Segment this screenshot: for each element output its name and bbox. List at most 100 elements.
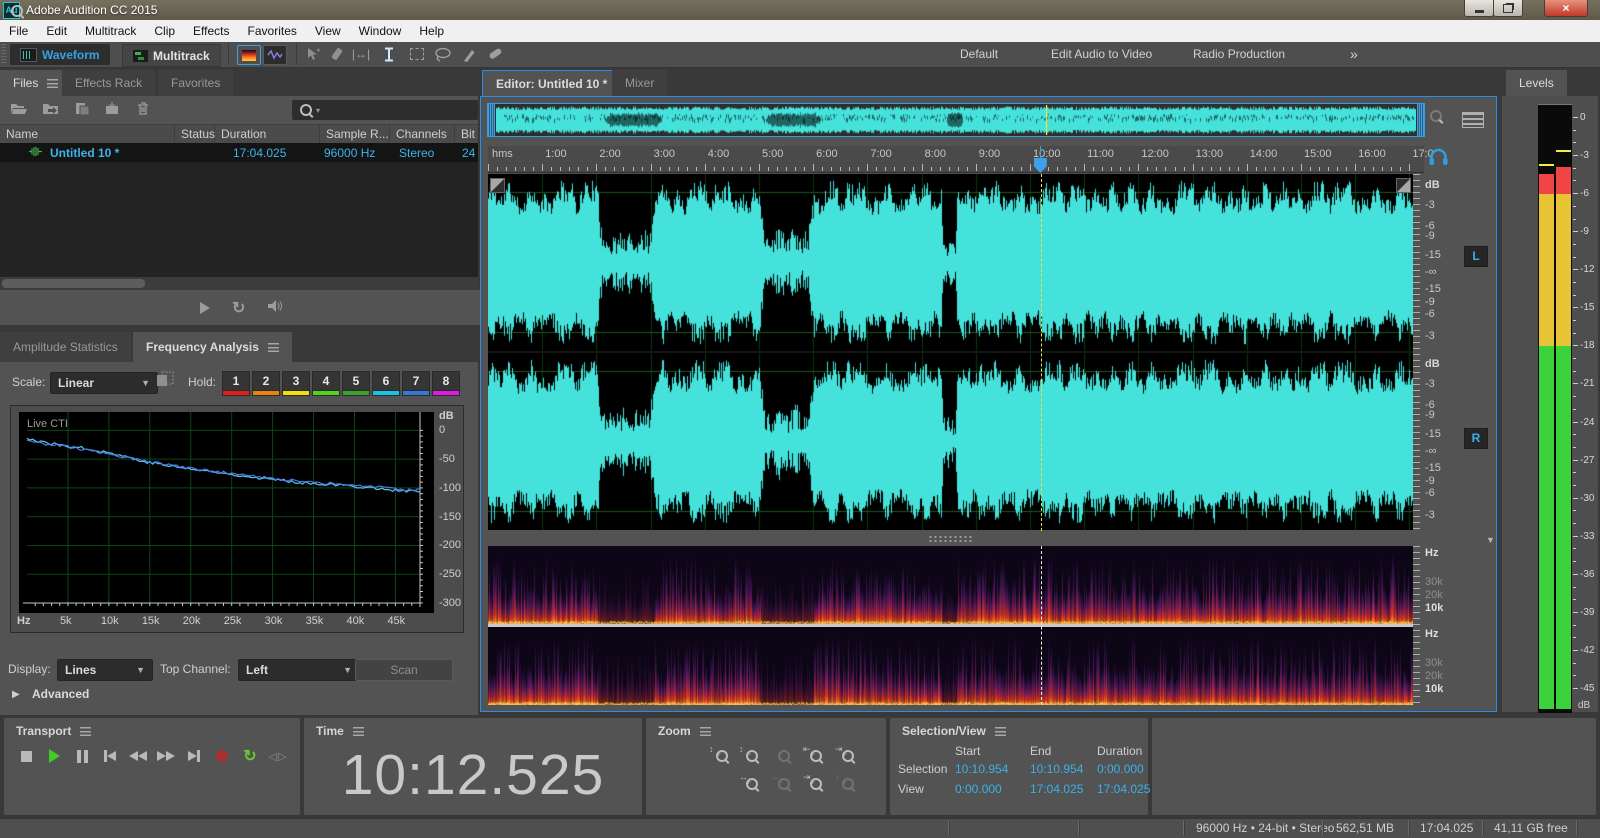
panel-menu-icon[interactable] — [700, 727, 711, 736]
selection-start-value[interactable]: 10:10.954 — [955, 762, 1008, 776]
menu-edit[interactable]: Edit — [37, 20, 76, 42]
zoom-to-right-edge-button[interactable]: ⇥+ — [802, 772, 830, 796]
hold-button-7[interactable]: 7 — [402, 371, 430, 396]
toolbar-grip[interactable] — [1, 44, 6, 65]
restore-button[interactable] — [1493, 0, 1523, 17]
workspace-default-button[interactable]: Default — [952, 44, 1006, 65]
hold-button-4[interactable]: 4 — [312, 371, 340, 396]
hold-button-5[interactable]: 5 — [342, 371, 370, 396]
preview-play-icon[interactable] — [200, 302, 210, 314]
overview-right-handle[interactable] — [1417, 104, 1424, 136]
files-horizontal-scrollbar[interactable] — [0, 277, 478, 290]
monitor-headphones-icon[interactable] — [1428, 147, 1449, 169]
paintbrush-tool-icon[interactable] — [459, 45, 479, 63]
panel-menu-icon[interactable] — [268, 343, 279, 352]
workspace-overflow-chevron[interactable]: » — [1342, 44, 1366, 65]
razor-tool-icon[interactable] — [327, 45, 347, 63]
workspace-radio-production-button[interactable]: Radio Production — [1185, 44, 1293, 65]
view-end-value[interactable]: 17:04.025 — [1030, 782, 1083, 796]
playhead-line[interactable] — [1041, 174, 1042, 531]
panel-menu-icon[interactable] — [47, 79, 58, 88]
levels-panel[interactable]: 0-3-6-9-12-15-18-21-24-27-30-33-36-39-42… — [1502, 96, 1598, 712]
tab-amplitude-statistics[interactable]: Amplitude Statistics — [0, 332, 131, 362]
stop-button[interactable] — [14, 746, 38, 766]
frequency-graph-plot[interactable]: Live CTI — [19, 412, 434, 613]
close-button[interactable]: × — [1544, 0, 1588, 17]
hold-button-1[interactable]: 1 — [222, 371, 250, 396]
column-sample-rate[interactable]: Sample R... ▲ — [320, 125, 390, 144]
waveform-corner-widget[interactable] — [1396, 178, 1411, 193]
move-tool-icon[interactable] — [303, 45, 323, 63]
minimize-button[interactable] — [1464, 0, 1494, 17]
waveform-view-button[interactable]: Waveform — [10, 44, 110, 65]
waveform-right-channel[interactable] — [488, 353, 1413, 530]
tab-levels[interactable]: Levels — [1506, 70, 1567, 96]
splitter-handle[interactable] — [928, 535, 974, 543]
import-file-icon[interactable] — [42, 102, 60, 118]
advanced-label[interactable]: Advanced — [32, 687, 89, 701]
scale-dropdown[interactable]: Linear▼ — [50, 372, 158, 394]
new-file-icon[interactable] — [74, 102, 90, 119]
selection-end-value[interactable]: 10:10.954 — [1030, 762, 1083, 776]
tab-frequency-analysis[interactable]: Frequency Analysis — [133, 332, 292, 362]
menu-clip[interactable]: Clip — [145, 20, 184, 42]
search-dropdown-caret[interactable]: ▾ — [316, 106, 320, 115]
display-dropdown[interactable]: Lines▼ — [57, 659, 153, 681]
view-start-value[interactable]: 0:00.000 — [955, 782, 1002, 796]
skip-selection-button[interactable]: ◁▷ — [266, 746, 290, 766]
hold-button-8[interactable]: 8 — [432, 371, 460, 396]
time-stretch-tool-icon[interactable]: |↔| — [351, 45, 371, 63]
spectral-display-icon[interactable] — [237, 45, 261, 65]
waveform-corner-widget[interactable] — [490, 178, 505, 193]
loop-playback-button[interactable]: ↻ — [238, 746, 262, 766]
column-bit-depth[interactable]: Bit D — [455, 125, 478, 144]
menu-help[interactable]: Help — [410, 20, 453, 42]
spectrogram-left-channel[interactable] — [488, 546, 1413, 624]
record-button[interactable] — [210, 746, 234, 766]
skip-to-previous-button[interactable] — [98, 746, 122, 766]
tab-favorites[interactable]: Favorites — [158, 70, 233, 96]
overview-waveform[interactable] — [496, 105, 1416, 135]
navigator-zoom-out-icon[interactable] — [1430, 110, 1442, 125]
spectrogram-right-channel[interactable] — [488, 627, 1413, 705]
insert-into-multitrack-icon[interactable] — [104, 102, 122, 119]
column-status[interactable]: Status — [175, 125, 215, 144]
file-row[interactable]: Untitled 10 * 17:04.025 96000 Hz Stereo … — [0, 143, 478, 162]
play-button[interactable] — [42, 746, 66, 766]
auto-play-icon[interactable] — [267, 299, 284, 316]
workspace-edit-audio-to-video-button[interactable]: Edit Audio to Video — [1043, 44, 1160, 65]
zoom-in-amplitude-button[interactable]: ↕+ — [708, 744, 736, 768]
waveform-spectral-splitter[interactable] — [488, 531, 1413, 546]
menu-window[interactable]: Window — [350, 20, 411, 42]
top-channel-dropdown[interactable]: Left▼ — [238, 659, 360, 681]
waveform-display-icon[interactable] — [263, 45, 287, 65]
files-search-input[interactable]: ▾ — [292, 100, 478, 120]
current-time-display[interactable]: 10:12.525 — [304, 742, 642, 808]
zoom-out-amplitude-button[interactable]: ↕− — [738, 744, 766, 768]
zoom-to-selection-button[interactable]: ↕+ — [834, 772, 862, 796]
zoom-in-time-button[interactable]: ↔+ — [738, 772, 766, 796]
scan-button[interactable]: Scan — [355, 659, 453, 681]
menu-file[interactable]: File — [0, 20, 37, 42]
multitrack-view-button[interactable]: Multitrack — [122, 44, 221, 67]
lasso-selection-tool-icon[interactable] — [433, 45, 453, 63]
panel-list-icon[interactable] — [1462, 112, 1484, 128]
loop-playback-icon[interactable]: ↻ — [232, 298, 245, 318]
tab-effects-rack[interactable]: Effects Rack — [62, 70, 155, 96]
zoom-in-at-in-point-button[interactable]: ⇤+ — [802, 744, 830, 768]
menu-view[interactable]: View — [306, 20, 350, 42]
hold-button-6[interactable]: 6 — [372, 371, 400, 396]
rewind-button[interactable] — [126, 746, 150, 766]
menu-favorites[interactable]: Favorites — [239, 20, 306, 42]
timeline-ruler[interactable]: hms1:002:003:004:005:006:007:008:009:001… — [488, 146, 1424, 173]
panel-menu-icon[interactable] — [80, 727, 91, 736]
advanced-expander-icon[interactable]: ▶ — [12, 689, 20, 700]
skip-to-next-button[interactable] — [182, 746, 206, 766]
spot-healing-brush-tool-icon[interactable] — [485, 45, 505, 63]
column-channels[interactable]: Channels — [390, 125, 455, 144]
left-channel-badge[interactable]: L — [1464, 246, 1488, 267]
menu-multitrack[interactable]: Multitrack — [76, 20, 145, 42]
zoom-out-full-button[interactable]: − — [770, 744, 798, 768]
collapse-chevron-icon[interactable]: ▼ — [1486, 535, 1495, 545]
waveform-left-channel[interactable] — [488, 174, 1413, 351]
